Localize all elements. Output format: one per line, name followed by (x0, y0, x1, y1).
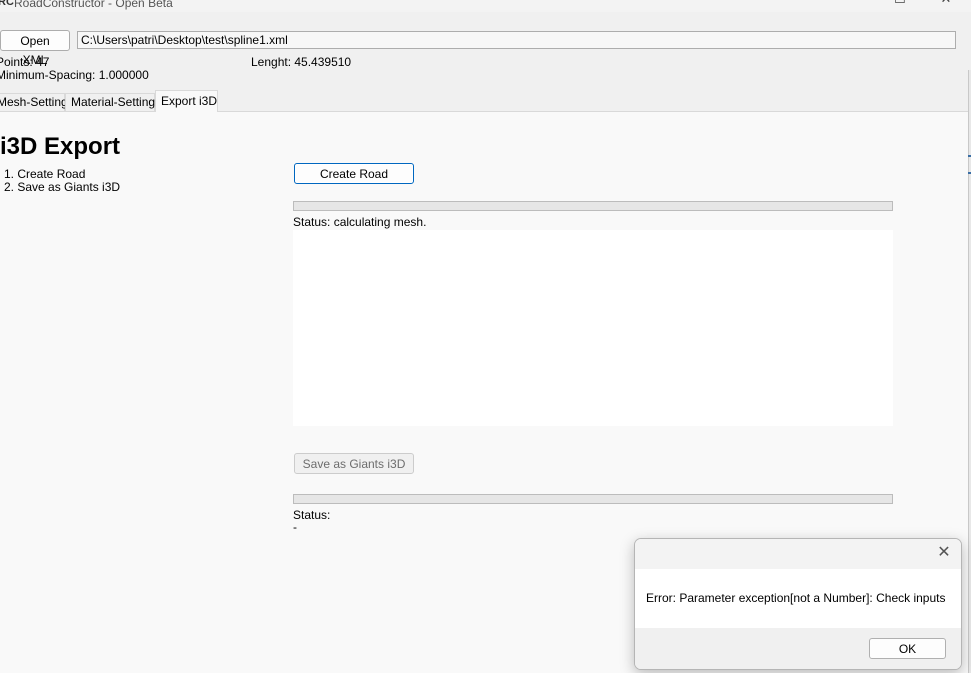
error-dialog: ✕ Error: Parameter exception[not a Numbe… (634, 538, 962, 670)
create-road-button[interactable]: Create Road (294, 163, 414, 184)
save-giants-button[interactable]: Save as Giants i3D (294, 453, 414, 474)
window-title: RoadConstructor - Open Beta (14, 0, 173, 10)
maximize-icon[interactable]: ☐ (886, 0, 914, 7)
log-output-area[interactable] (293, 230, 893, 426)
tab-export-i3d[interactable]: Export i3D (155, 90, 218, 112)
close-icon[interactable]: ✕ (932, 0, 960, 7)
file-path-field[interactable]: C:\Users\patri\Desktop\test\spline1.xml (77, 31, 956, 49)
app-icon: RC (0, 0, 14, 8)
create-progress-bar (293, 201, 893, 211)
save-status-label: Status: (293, 508, 331, 522)
tab-material-settings[interactable]: Material-Settings (65, 93, 161, 111)
open-xml-button[interactable]: Open XML (0, 30, 70, 67)
dialog-title-bar (635, 539, 961, 569)
save-progress-bar (293, 494, 893, 504)
points-label: Points: 47 (0, 55, 50, 69)
close-icon[interactable]: ✕ (935, 544, 953, 562)
ok-button[interactable]: OK (869, 638, 946, 659)
create-status-label: Status: calculating mesh. (293, 215, 427, 229)
save-status-detail: - (293, 520, 297, 534)
dialog-message: Error: Parameter exception[not a Number]… (646, 591, 946, 605)
page-title: i3D Export (0, 133, 121, 160)
step-create-road: 1. Create Road (4, 167, 86, 181)
minimum-spacing-label: Minimum-Spacing: 1.000000 (0, 68, 149, 82)
step-save-giants: 2. Save as Giants i3D (4, 180, 121, 194)
minimize-icon[interactable]: — (842, 0, 870, 7)
tab-strip-divider (0, 111, 971, 112)
length-label: Lenght: 45.439510 (251, 55, 352, 69)
tab-mesh-settings[interactable]: Mesh-Settings (0, 93, 74, 111)
